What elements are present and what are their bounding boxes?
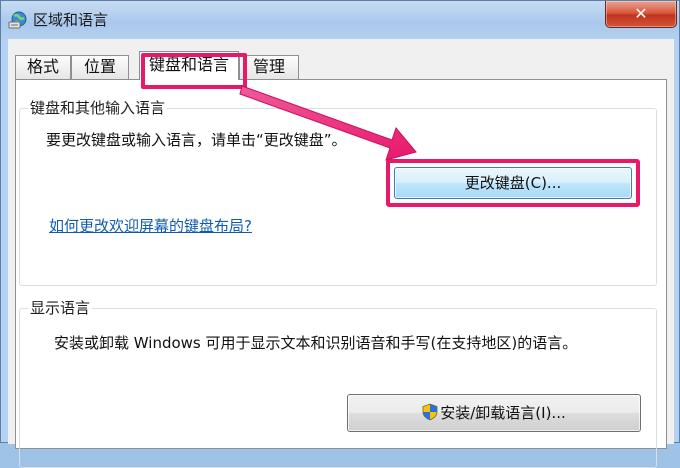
tab-strip: 格式 位置 键盘和语言 管理	[15, 51, 655, 89]
title-bar[interactable]: 区域和语言 ✕	[1, 1, 680, 39]
tab-administrative[interactable]: 管理	[239, 55, 299, 79]
globe-keyboard-icon	[8, 10, 28, 30]
keyboard-group-title: 键盘和其他输入语言	[28, 98, 168, 118]
display-language-group: 显示语言 安装或卸载 Windows 可用于显示文本和识别语音和手写(在支持地区…	[19, 298, 657, 468]
button-highlight-box	[386, 159, 640, 207]
window-title: 区域和语言	[33, 11, 109, 29]
display-language-description: 安装或卸载 Windows 可用于显示文本和识别语音和手写(在支持地区)的语言。	[54, 334, 578, 352]
keyboard-description: 要更改键盘或输入语言，请单击“更改键盘”。	[46, 131, 347, 149]
region-language-window: 区域和语言 ✕ 格式 位置 键盘和语言 管理 键盘和其他输入语言 要更改键盘或输…	[0, 0, 680, 468]
close-button[interactable]: ✕	[605, 1, 677, 28]
tab-panel: 键盘和其他输入语言 要更改键盘或输入语言，请单击“更改键盘”。 更改键盘(C).…	[15, 79, 667, 468]
tab-label: 位置	[83, 57, 116, 76]
keyboard-group: 键盘和其他输入语言 要更改键盘或输入语言，请单击“更改键盘”。 更改键盘(C).…	[19, 98, 657, 286]
tab-label: 格式	[26, 57, 59, 76]
install-uninstall-label: 安装/卸载语言(I)...	[440, 404, 566, 422]
close-icon: ✕	[634, 4, 648, 23]
welcome-screen-keyboard-link[interactable]: 如何更改欢迎屏幕的键盘布局?	[49, 216, 252, 236]
tab-formats[interactable]: 格式	[15, 55, 71, 79]
tab-location[interactable]: 位置	[71, 55, 129, 79]
shield-icon	[422, 398, 438, 434]
tab-highlight-box	[141, 53, 247, 89]
tab-label: 管理	[252, 57, 285, 76]
install-uninstall-languages-button[interactable]: 安装/卸载语言(I)...	[347, 394, 641, 432]
display-language-title: 显示语言	[28, 298, 93, 318]
dialog-client-area: 格式 位置 键盘和语言 管理 键盘和其他输入语言 要更改键盘或输入语言，请单击“…	[8, 39, 674, 468]
